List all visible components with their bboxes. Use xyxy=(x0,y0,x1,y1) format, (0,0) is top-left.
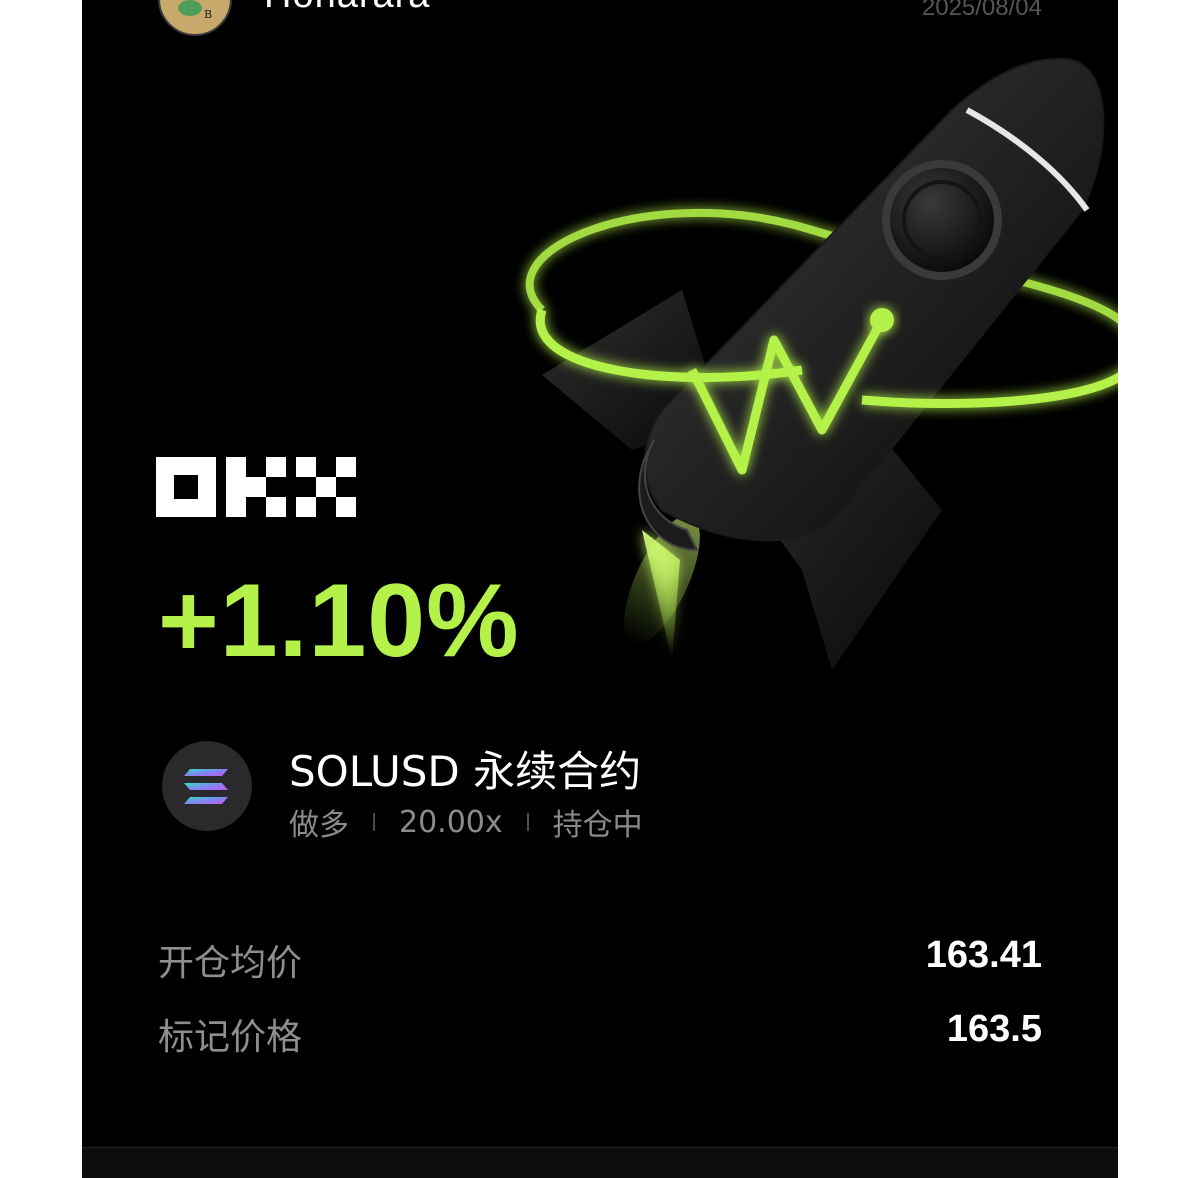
pnl-percent: +1.10% xyxy=(158,563,520,679)
contract-title: SOLUSD 永续合约 xyxy=(289,747,642,796)
status-tag: 持仓中 xyxy=(552,808,643,843)
direction-tag: 做多 xyxy=(289,808,349,843)
avatar-letter: B xyxy=(204,8,213,21)
tag-divider xyxy=(526,813,529,831)
tag-divider xyxy=(373,813,375,831)
rocket-illustration xyxy=(525,57,1118,670)
username: Honarara xyxy=(264,0,430,17)
entry-price-value: 163.41 xyxy=(925,934,1042,976)
position-tags: 做多 20.00x 持仓中 xyxy=(289,800,643,844)
solana-icon xyxy=(162,741,252,831)
leverage-tag: 20.00x xyxy=(399,804,503,840)
entry-price-label: 开仓均价 xyxy=(158,943,303,984)
share-date: 2025/08/04 xyxy=(921,0,1042,21)
share-card: B Honarara 2025/08/04 xyxy=(82,0,1118,1178)
user-avatar[interactable]: B xyxy=(158,0,232,36)
card-footer-divider xyxy=(82,1147,1118,1178)
avatar-leaf xyxy=(178,0,202,16)
mark-price-label: 标记价格 xyxy=(158,1017,303,1058)
okx-logo xyxy=(156,457,356,517)
mark-price-value: 163.5 xyxy=(946,1008,1042,1050)
